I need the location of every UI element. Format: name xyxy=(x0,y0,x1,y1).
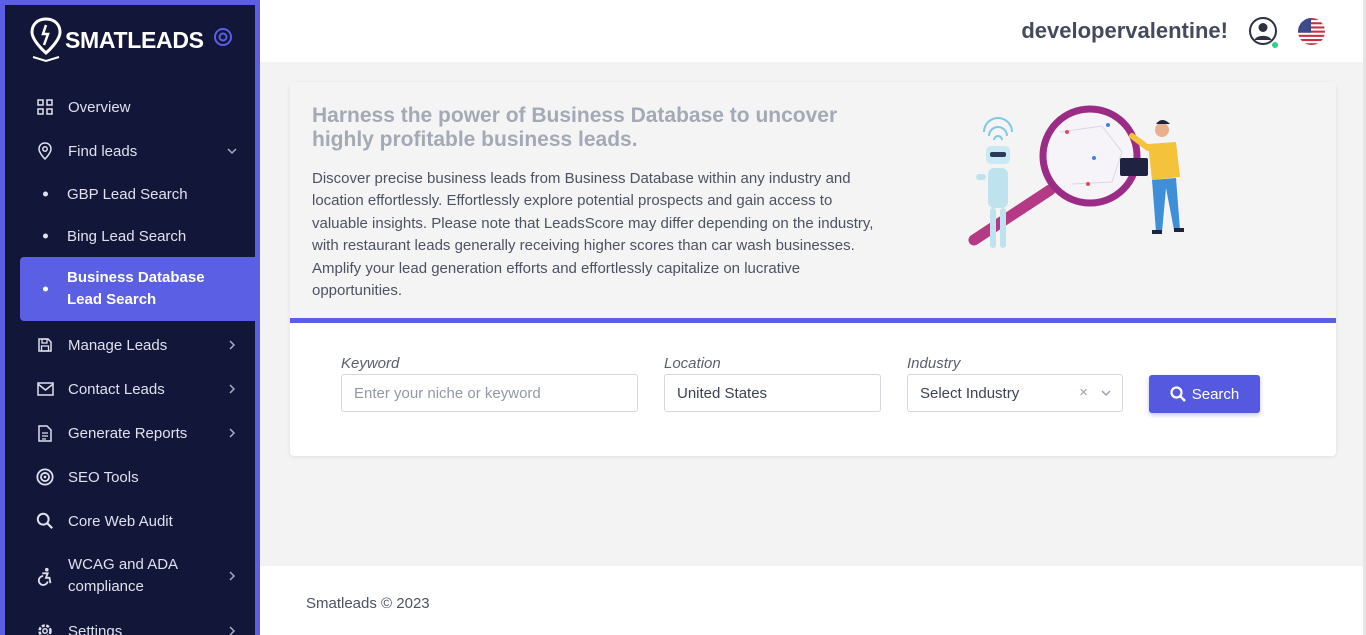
sidebar-item-label: Manage Leads xyxy=(68,336,168,354)
hero-description: Discover precise business leads from Bus… xyxy=(312,170,874,300)
hero-banner: Harness the power of Business Database t… xyxy=(290,82,1336,323)
location-pin-icon xyxy=(30,17,62,63)
save-icon xyxy=(36,336,54,354)
lead-search-card: Harness the power of Business Database t… xyxy=(290,82,1336,456)
sidebar-item-label: Business Database Lead Search xyxy=(67,269,205,308)
bullet-icon xyxy=(43,286,48,292)
sidebar-item-label: GBP Lead Search xyxy=(67,185,188,203)
robot-magnifier-illustration xyxy=(968,105,1184,248)
sidebar-item-label: Generate Reports xyxy=(68,424,188,442)
keyword-label: Keyword xyxy=(341,355,400,372)
sidebar-item-label: Overview xyxy=(68,98,131,116)
copyright-text: Smatleads © 2023 xyxy=(306,595,430,612)
target-icon xyxy=(36,468,54,486)
industry-select[interactable]: Select Industry × xyxy=(907,374,1123,412)
keyword-field[interactable] xyxy=(341,374,638,412)
gear-icon xyxy=(36,622,54,635)
industry-selected-value: Select Industry xyxy=(920,384,1020,402)
document-icon xyxy=(36,424,54,442)
search-button-label: Search xyxy=(1191,385,1240,403)
sidebar: SMATLEADS Overview Find leads GBP Lead S… xyxy=(0,0,260,635)
sidebar-item-overview[interactable]: Overview xyxy=(20,85,250,129)
sidebar-item-label: Core Web Audit xyxy=(68,512,173,530)
brand-name: SMATLEADS xyxy=(65,26,204,53)
sidebar-item-label: WCAG and ADA compliance xyxy=(68,556,178,595)
target-toggle-icon[interactable] xyxy=(213,27,233,47)
sidebar-item-seo-tools[interactable]: SEO Tools xyxy=(20,455,250,499)
accessibility-icon xyxy=(36,567,54,586)
search-icon xyxy=(1170,386,1186,402)
sidebar-item-core-web-audit[interactable]: Core Web Audit xyxy=(20,499,250,543)
us-flag-icon[interactable] xyxy=(1298,18,1325,45)
sidebar-item-contact-leads[interactable]: Contact Leads xyxy=(20,367,250,411)
search-button[interactable]: Search xyxy=(1149,375,1260,413)
sidebar-item-find-leads[interactable]: Find leads xyxy=(20,129,250,173)
location-value: United States xyxy=(677,384,768,402)
clear-icon[interactable]: × xyxy=(1079,384,1088,401)
sidebar-nav: Overview Find leads GBP Lead Search Bing… xyxy=(20,85,255,635)
sidebar-item-label: Find leads xyxy=(68,142,138,160)
sidebar-item-bing-lead-search[interactable]: Bing Lead Search xyxy=(20,215,250,257)
keyword-input[interactable] xyxy=(354,384,637,402)
mail-icon xyxy=(36,380,54,398)
bullet-icon xyxy=(43,233,48,239)
chevron-right-icon xyxy=(229,626,236,635)
chevron-right-icon xyxy=(229,428,236,438)
chevron-down-icon xyxy=(227,148,237,155)
sidebar-item-business-database-lead-search[interactable]: Business Database Lead Search xyxy=(20,257,255,321)
sidebar-panel: SMATLEADS Overview Find leads GBP Lead S… xyxy=(5,5,255,635)
sidebar-item-label: Contact Leads xyxy=(68,380,165,398)
sidebar-item-label: Settings xyxy=(68,622,123,635)
sidebar-item-label: Bing Lead Search xyxy=(67,227,187,245)
chevron-down-icon[interactable] xyxy=(1100,387,1112,399)
chevron-right-icon xyxy=(229,384,236,394)
grid-icon xyxy=(36,98,54,116)
bullet-icon xyxy=(43,191,48,197)
online-status-indicator xyxy=(1271,41,1279,49)
location-field[interactable]: United States xyxy=(664,374,881,412)
chevron-right-icon xyxy=(229,571,236,581)
sidebar-item-manage-leads[interactable]: Manage Leads xyxy=(20,323,250,367)
username: developervalentine! xyxy=(1021,18,1228,43)
sidebar-item-label: SEO Tools xyxy=(68,468,139,486)
top-header: developervalentine! xyxy=(260,0,1363,62)
hero-title: Harness the power of Business Database t… xyxy=(312,104,838,151)
location-label: Location xyxy=(664,355,721,372)
chevron-right-icon xyxy=(229,340,236,350)
footer: Smatleads © 2023 xyxy=(260,566,1363,635)
map-pin-icon xyxy=(36,142,54,160)
sidebar-item-wcag-ada-compliance[interactable]: WCAG and ADA compliance xyxy=(20,543,250,609)
sidebar-item-settings[interactable]: Settings xyxy=(20,609,250,635)
sidebar-item-gbp-lead-search[interactable]: GBP Lead Search xyxy=(20,173,250,215)
brand-logo[interactable]: SMATLEADS xyxy=(29,15,204,65)
search-icon xyxy=(36,512,54,530)
industry-label: Industry xyxy=(907,355,961,372)
sidebar-item-generate-reports[interactable]: Generate Reports xyxy=(20,411,250,455)
